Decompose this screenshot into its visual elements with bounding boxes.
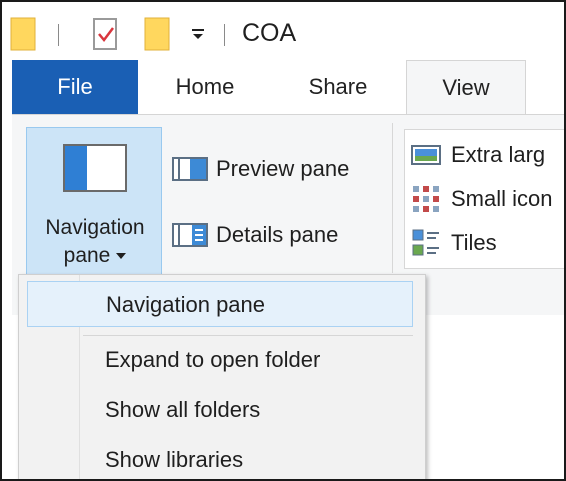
- tiles-label: Tiles: [451, 230, 497, 255]
- menu-item-expand-to-open-folder[interactable]: Expand to open folder: [27, 337, 413, 383]
- folder-icon[interactable]: [10, 16, 36, 52]
- details-pane-icon: [172, 223, 208, 247]
- menu-item-show-libraries[interactable]: Show libraries: [27, 437, 413, 479]
- chevron-down-icon: [116, 253, 127, 260]
- navigation-pane-menu: Navigation pane Expand to open folder Sh…: [18, 274, 426, 479]
- toolbar-separator: [58, 24, 59, 46]
- layout-extra-large-icons[interactable]: Extra larg: [411, 138, 545, 172]
- menu-separator: [83, 335, 413, 336]
- preview-pane-button[interactable]: Preview pane: [172, 151, 349, 187]
- tab-file[interactable]: File: [12, 60, 138, 114]
- details-pane-label: Details pane: [216, 222, 339, 247]
- properties-icon[interactable]: [92, 16, 120, 52]
- tab-view[interactable]: View: [406, 60, 526, 115]
- ribbon-tabs: File Home Share View: [2, 60, 564, 115]
- menu-item-show-all-folders[interactable]: Show all folders: [27, 387, 413, 433]
- title-bar: COA: [2, 2, 564, 60]
- extra-large-icons-icon: [411, 145, 441, 165]
- tab-share[interactable]: Share: [272, 60, 404, 114]
- menu-item-navigation-pane[interactable]: Navigation pane: [27, 281, 413, 327]
- navigation-pane-icon: [63, 144, 127, 192]
- navigation-pane-label: Navigation: [45, 216, 145, 239]
- small-icons-icon: [413, 186, 439, 212]
- explorer-window: COA File Home Share View Navigation pane…: [0, 0, 566, 481]
- navigation-pane-label-2: pane: [27, 242, 163, 270]
- layout-gallery: Extra larg Small icon Tiles: [404, 129, 564, 269]
- small-icons-label: Small icon: [451, 186, 553, 211]
- layout-small-icons[interactable]: Small icon: [411, 182, 552, 216]
- preview-pane-icon: [172, 157, 208, 181]
- toolbar-separator: [224, 24, 225, 46]
- navigation-pane-button[interactable]: Navigation pane: [26, 127, 162, 275]
- tab-home[interactable]: Home: [142, 60, 268, 114]
- new-folder-icon[interactable]: [144, 16, 170, 52]
- tiles-icon: [412, 229, 439, 256]
- customize-toolbar-icon[interactable]: [190, 26, 206, 42]
- window-title: COA: [242, 19, 297, 47]
- layout-tiles[interactable]: Tiles: [411, 226, 497, 260]
- extra-large-icons-label: Extra larg: [451, 142, 546, 167]
- details-pane-button[interactable]: Details pane: [172, 217, 338, 253]
- group-divider: [392, 123, 393, 273]
- preview-pane-label: Preview pane: [216, 156, 350, 181]
